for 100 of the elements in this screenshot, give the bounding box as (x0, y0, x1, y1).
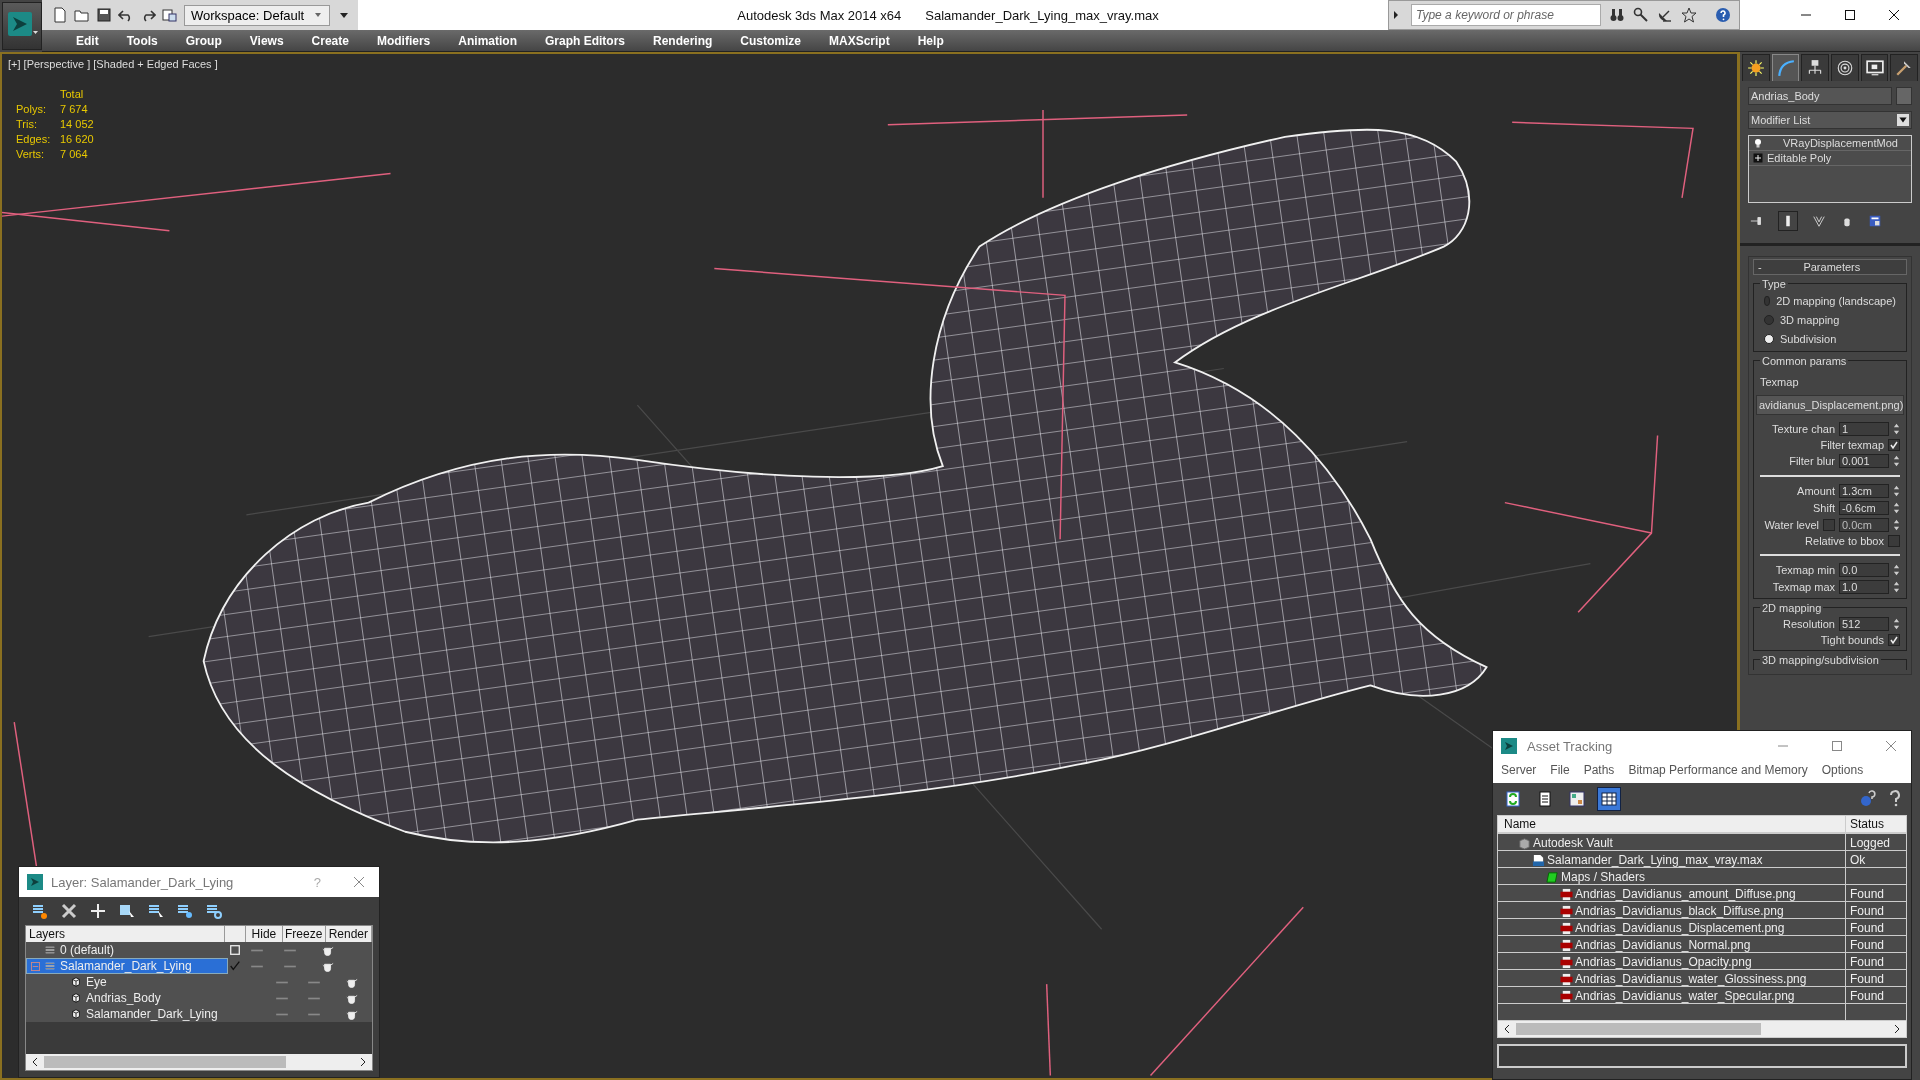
layer-tree-item[interactable]: Salamander_Dark_Lying (26, 958, 228, 974)
radio-button[interactable] (1764, 315, 1774, 325)
menu-item[interactable]: Group (171, 33, 236, 48)
menu-item[interactable]: Server (1501, 763, 1537, 777)
menu-item[interactable]: Views (235, 33, 298, 48)
radio-label[interactable]: Subdivision (1780, 333, 1837, 345)
search-field[interactable]: Type a keyword or phrase (1411, 4, 1601, 26)
select-objects-icon[interactable] (118, 902, 136, 920)
collapse-toggle[interactable]: - (1758, 261, 1762, 273)
menu-item[interactable]: Modifiers (362, 33, 445, 48)
close-icon[interactable] (1888, 9, 1900, 21)
radio-button[interactable] (1764, 334, 1774, 344)
asset-tree-item[interactable]: Autodesk Vault (1498, 834, 1846, 852)
menu-item[interactable]: File (1550, 763, 1570, 777)
stack-item[interactable]: Editable Poly (1767, 152, 1832, 164)
display-tab[interactable] (1860, 54, 1889, 81)
expand-icon[interactable] (1753, 153, 1763, 163)
asset-tree-item[interactable]: Maps / Shaders (1498, 868, 1846, 886)
asset-tree-item[interactable]: Andrias_Davidianus_Displacement.png (1498, 919, 1846, 937)
asset-tree-item[interactable]: Andrias_Davidianus_Normal.png (1498, 936, 1846, 954)
asset-tree-item[interactable]: Andrias_Davidianus_Opacity.png (1498, 953, 1846, 971)
teapot-icon[interactable] (322, 944, 334, 956)
spinner-field[interactable]: 0.0 (1839, 563, 1889, 577)
spinner-arrows-icon[interactable] (1893, 501, 1900, 515)
menu-item[interactable]: Help (903, 33, 958, 48)
spinner-arrows-icon[interactable] (1893, 422, 1900, 436)
checkbox[interactable] (1888, 535, 1900, 547)
checkbox[interactable] (1888, 439, 1900, 451)
spinner-field[interactable]: 0.0cm (1839, 518, 1889, 532)
modify-tab[interactable] (1771, 54, 1800, 81)
project-folder-icon[interactable] (162, 7, 178, 23)
teapot-icon[interactable] (346, 1008, 359, 1020)
object-color-swatch[interactable] (1896, 87, 1912, 105)
spinner-field[interactable]: 1.3cm (1839, 484, 1889, 498)
menu-item[interactable]: Tools (112, 33, 172, 48)
teapot-icon[interactable] (346, 992, 359, 1004)
save-icon[interactable] (96, 7, 112, 23)
asset-tree-item[interactable]: Andrias_Davidianus_water_Glossiness.png (1498, 970, 1846, 988)
star-icon[interactable] (1681, 7, 1697, 23)
select-layer-icon[interactable] (147, 902, 165, 920)
check-icon[interactable] (229, 960, 241, 972)
table-view-button[interactable] (1597, 787, 1621, 811)
scrollbar-thumb[interactable] (44, 1056, 287, 1068)
rollout-header[interactable]: - Parameters (1753, 259, 1907, 275)
app-menu-button[interactable] (2, 2, 42, 50)
spinner-arrows-icon[interactable] (1893, 617, 1900, 631)
utilities-tab[interactable] (1890, 54, 1919, 81)
spinner-field[interactable]: 0.001 (1839, 454, 1889, 468)
bulb-icon[interactable] (1753, 138, 1763, 148)
asset-tree-item[interactable]: Salamander_Dark_Lying_max_vray.max (1498, 851, 1846, 869)
open-folder-icon[interactable] (74, 7, 90, 23)
layer-settings-icon[interactable] (205, 902, 223, 920)
radio-label[interactable]: 2D mapping (landscape) (1776, 295, 1896, 307)
new-layer-icon[interactable] (31, 902, 49, 920)
asset-tree-item[interactable]: Andrias_Davidianus_water_Specular.png (1498, 987, 1846, 1005)
radio-label[interactable]: 3D mapping (1780, 314, 1840, 326)
object-name-field[interactable]: Andrias_Body (1748, 87, 1892, 105)
asset-tree-item[interactable]: Andrias_Davidianus_black_Diffuse.png (1498, 902, 1846, 920)
asset-tree-item[interactable]: Andrias_Davidianus_amount_Diffuse.png (1498, 885, 1846, 903)
layer-tree-item[interactable]: Andrias_Body (26, 990, 253, 1006)
checkbox[interactable] (1888, 634, 1900, 646)
highlight-layer-icon[interactable] (176, 902, 194, 920)
column-header[interactable]: Render (325, 926, 372, 942)
layer-tree-item[interactable]: 0 (default) (26, 942, 228, 958)
layer-tree-item[interactable]: Salamander_Dark_Lying (26, 1006, 253, 1022)
menu-item[interactable]: Rendering (639, 33, 727, 48)
layer-tree-item[interactable]: Eye (26, 974, 253, 990)
pin-icon[interactable] (1750, 214, 1764, 228)
teapot-icon[interactable] (322, 960, 334, 972)
checkbox[interactable] (1823, 519, 1835, 531)
spinner-field[interactable]: 1.0 (1839, 580, 1889, 594)
workspace-dropdown[interactable]: Workspace: Default (184, 4, 330, 26)
menu-item[interactable]: Animation (444, 33, 531, 48)
new-file-icon[interactable] (52, 7, 68, 23)
spinner-arrows-icon[interactable] (1893, 484, 1900, 498)
spinner-arrows-icon[interactable] (1893, 518, 1900, 532)
menu-item[interactable]: Edit (62, 33, 113, 48)
horizontal-scrollbar[interactable] (1498, 1021, 1906, 1037)
horizontal-scrollbar[interactable] (26, 1054, 372, 1070)
checkbox-icon[interactable] (229, 944, 241, 956)
create-tab[interactable] (1742, 54, 1770, 81)
globe-help-icon[interactable] (1859, 790, 1877, 808)
spinner-field[interactable]: 1 (1839, 422, 1889, 436)
spinner-arrows-icon[interactable] (1893, 454, 1900, 468)
spinner-field[interactable]: 512 (1839, 617, 1889, 631)
column-header[interactable]: Freeze (282, 926, 326, 942)
maximize-icon[interactable] (1844, 9, 1856, 21)
plus-icon[interactable] (89, 902, 107, 920)
menu-item[interactable]: Customize (726, 33, 815, 48)
column-header[interactable]: Hide (246, 926, 283, 942)
configure-sets-icon[interactable] (1868, 214, 1882, 228)
spinner-arrows-icon[interactable] (1893, 563, 1900, 577)
spinner-field[interactable]: -0.6cm (1839, 501, 1889, 515)
menu-item[interactable]: Create (297, 33, 363, 48)
hierarchy-tab[interactable] (1801, 54, 1829, 81)
column-header[interactable]: Name (1498, 816, 1846, 832)
teapot-icon[interactable] (346, 976, 359, 988)
help-icon[interactable] (1715, 7, 1731, 23)
radio-button[interactable] (1764, 296, 1771, 306)
texmap-button[interactable]: avidianus_Displacement.png) (1756, 395, 1904, 415)
